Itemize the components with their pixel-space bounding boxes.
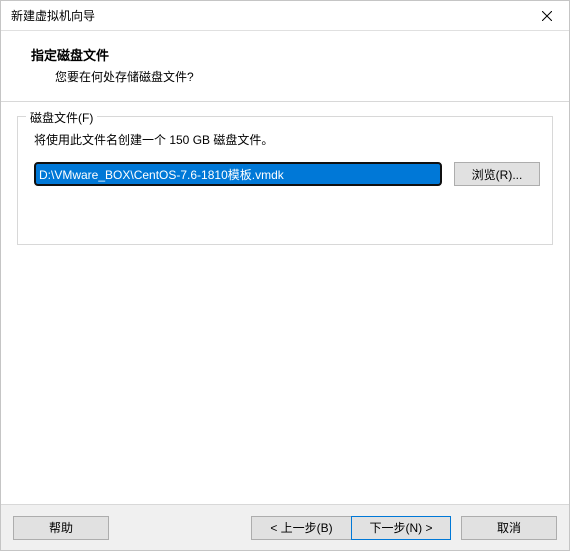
content-area: 磁盘文件(F) 将使用此文件名创建一个 150 GB 磁盘文件。 浏览(R)..… (1, 102, 569, 504)
back-button[interactable]: < 上一步(B) (251, 516, 351, 540)
header-section: 指定磁盘文件 您要在何处存储磁盘文件? (1, 31, 569, 102)
browse-button[interactable]: 浏览(R)... (454, 162, 540, 186)
title-bar: 新建虚拟机向导 (1, 1, 569, 31)
footer-right: < 上一步(B) 下一步(N) > 取消 (251, 516, 557, 540)
disk-path-input[interactable] (34, 162, 442, 186)
help-button[interactable]: 帮助 (13, 516, 109, 540)
footer-left: 帮助 (13, 516, 109, 540)
disk-description: 将使用此文件名创建一个 150 GB 磁盘文件。 (34, 131, 540, 148)
input-row: 浏览(R)... (34, 162, 540, 186)
close-button[interactable] (524, 1, 569, 31)
group-label: 磁盘文件(F) (26, 109, 97, 126)
cancel-button[interactable]: 取消 (461, 516, 557, 540)
window-title: 新建虚拟机向导 (11, 7, 95, 24)
footer-bar: 帮助 < 上一步(B) 下一步(N) > 取消 (1, 504, 569, 550)
close-icon (542, 11, 552, 21)
next-button[interactable]: 下一步(N) > (351, 516, 451, 540)
page-title: 指定磁盘文件 (31, 45, 549, 64)
page-subtitle: 您要在何处存储磁盘文件? (55, 68, 549, 85)
disk-file-group: 磁盘文件(F) 将使用此文件名创建一个 150 GB 磁盘文件。 浏览(R)..… (17, 116, 553, 245)
